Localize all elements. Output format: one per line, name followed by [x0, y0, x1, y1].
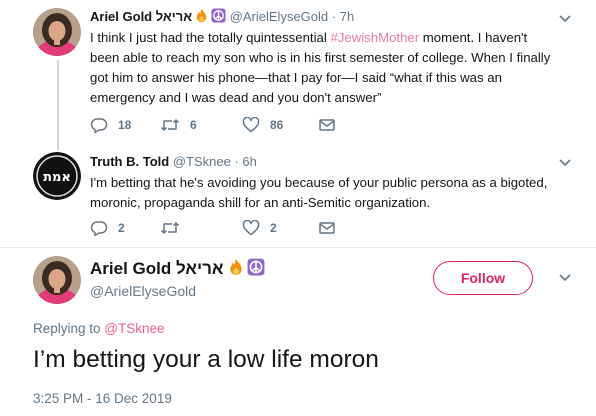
reply-button[interactable]: 18: [90, 117, 131, 133]
thread-line: [57, 60, 59, 150]
reply-icon: [90, 221, 108, 236]
display-name-text[interactable]: Ariel Gold אריאל: [90, 259, 223, 278]
reply-icon: [90, 118, 108, 133]
peace-icon: [247, 258, 265, 282]
retweet-icon: [160, 119, 180, 131]
retweet-button[interactable]: [160, 220, 190, 236]
retweet-count: 6: [190, 118, 197, 132]
display-name: Ariel Gold אריאל: [90, 258, 265, 282]
separator: ·: [331, 9, 337, 24]
reply-count: 18: [118, 118, 132, 132]
retweet-icon: [160, 222, 180, 234]
like-count: 2: [270, 221, 277, 235]
like-count: 86: [270, 118, 284, 132]
replying-to: Replying to @TSknee: [33, 320, 165, 338]
timestamp[interactable]: 6h: [242, 154, 256, 169]
avatar[interactable]: [33, 256, 81, 304]
display-name[interactable]: Ariel Gold אריאל: [90, 9, 192, 24]
tweet-actions: 18 6 86: [90, 117, 390, 137]
reply-button[interactable]: 2: [90, 220, 125, 236]
display-name[interactable]: Truth B. Told: [90, 154, 169, 169]
fire-icon: [227, 258, 245, 282]
avatar[interactable]: [33, 8, 81, 56]
chevron-down-icon[interactable]: [558, 158, 572, 168]
chevron-down-icon[interactable]: [558, 273, 572, 283]
like-icon: [242, 117, 260, 133]
separator: ·: [234, 154, 239, 169]
tweet-header: Truth B. Told @TSknee · 6h: [90, 153, 257, 171]
tweet-text: I think I just had the totally quintesse…: [90, 28, 560, 108]
peace-icon: [211, 8, 226, 28]
handle[interactable]: @ArielElyseGold: [230, 9, 328, 24]
tweet-actions: 2 2: [90, 220, 390, 240]
hashtag-link[interactable]: #JewishMother: [330, 30, 419, 45]
handle[interactable]: @TSknee: [173, 154, 231, 169]
tweet-timestamp[interactable]: 3:25 PM - 16 Dec 2019: [33, 390, 172, 408]
main-tweet-text: I’m betting your a low life moron: [33, 346, 379, 373]
retweet-button[interactable]: 6: [160, 117, 197, 133]
tweet-ariel-gold[interactable]: Ariel Gold אריאל @ArielElyseGold · 7h I …: [0, 0, 596, 150]
like-icon: [242, 220, 260, 236]
message-icon: [319, 119, 335, 131]
mention-link[interactable]: @TSknee: [104, 321, 164, 336]
avatar-label: אמת: [43, 170, 71, 185]
tweet-header: Ariel Gold אריאל @ArielElyseGold · 7h: [90, 8, 354, 28]
like-button[interactable]: 86: [242, 117, 283, 133]
tweet-text: I'm betting that he's avoiding you becau…: [90, 175, 548, 210]
follow-button[interactable]: Follow: [433, 261, 533, 295]
handle[interactable]: @ArielElyseGold: [90, 282, 196, 300]
message-icon: [319, 222, 335, 234]
timestamp[interactable]: 7h: [340, 9, 354, 24]
like-button[interactable]: 2: [242, 220, 277, 236]
fire-icon: [194, 8, 209, 28]
chevron-down-icon[interactable]: [558, 14, 572, 24]
reply-count: 2: [118, 221, 125, 235]
avatar[interactable]: אמת: [33, 152, 81, 200]
tweet-truth-b-told[interactable]: אמת Truth B. Told @TSknee · 6h I'm betti…: [0, 148, 596, 248]
message-button[interactable]: [318, 117, 346, 133]
tweet-text-start: I think I just had the totally quintesse…: [90, 30, 331, 45]
message-button[interactable]: [318, 220, 346, 236]
replying-prefix: Replying to: [33, 321, 105, 336]
